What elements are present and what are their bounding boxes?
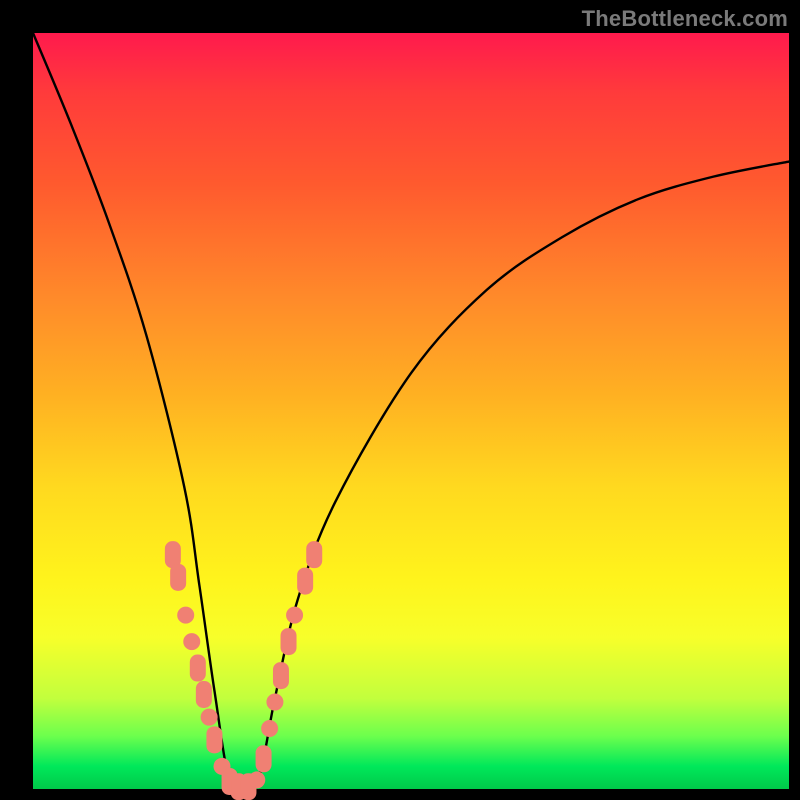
marker-capsule: [298, 568, 313, 594]
marker-capsule: [281, 629, 296, 655]
marker-dot: [178, 607, 194, 623]
marker-capsule: [196, 682, 211, 708]
marker-dot: [262, 721, 278, 737]
marker-capsule: [171, 564, 186, 590]
marker-dot: [267, 694, 283, 710]
marker-capsule: [207, 727, 222, 753]
marker-capsule: [256, 746, 271, 772]
plot-area: [33, 33, 789, 789]
chart-frame: TheBottleneck.com: [0, 0, 800, 800]
marker-dot: [287, 607, 303, 623]
marker-dot: [201, 709, 217, 725]
marker-capsule: [273, 663, 288, 689]
marker-dot: [184, 634, 200, 650]
marker-capsule: [307, 542, 322, 568]
chart-svg: [33, 33, 789, 789]
marker-capsule: [165, 542, 180, 568]
marker-dot: [249, 772, 265, 788]
watermark-text: TheBottleneck.com: [582, 6, 788, 32]
marker-capsule: [190, 655, 205, 681]
marker-group: [165, 542, 321, 800]
bottleneck-curve: [33, 33, 789, 792]
